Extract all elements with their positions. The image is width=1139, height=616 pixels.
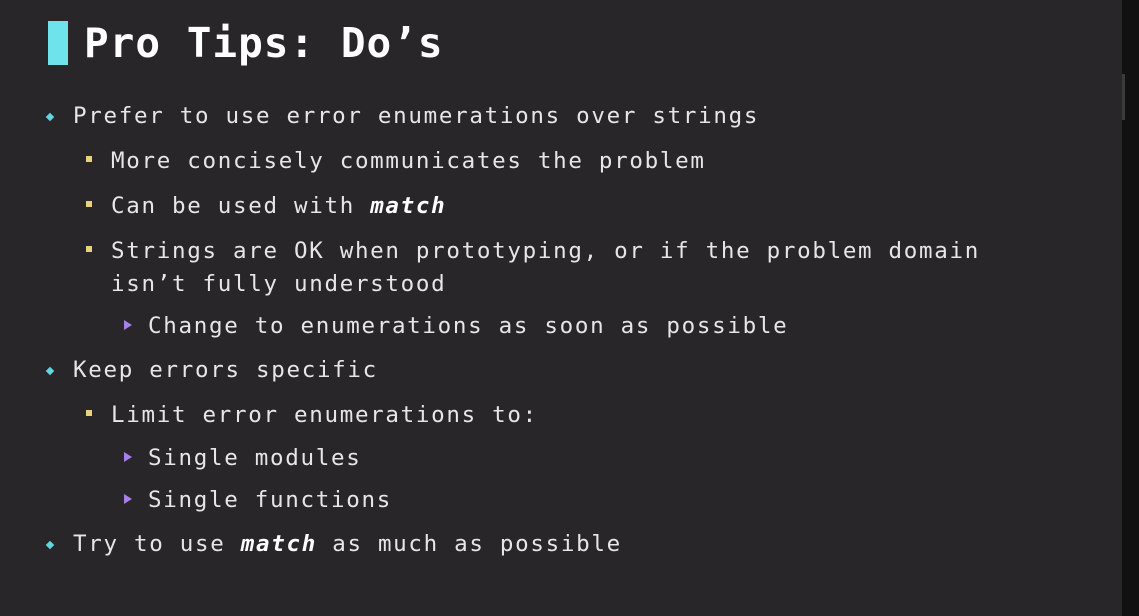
bullet-text-part: Try to use [73, 531, 241, 557]
keyword-match: match [240, 531, 317, 557]
slide-title: Pro Tips: Do’s [84, 19, 444, 67]
sub-bullet-text: Can be used with match [111, 193, 446, 219]
level2-bullet-icon [86, 201, 92, 207]
sub-bullet-text: Limit error enumerations to: [111, 402, 538, 428]
level2-bullet-icon [86, 246, 92, 252]
level2-bullet-icon [86, 156, 92, 162]
sub-bullet-text: More concisely communicates the problem [111, 148, 706, 174]
level3-bullet-icon [124, 494, 132, 504]
window-edge [1122, 0, 1139, 616]
sub-bullet-text-line1: Strings are OK when prototyping, or if t… [111, 238, 981, 264]
slide-title-row: Pro Tips: Do’s [48, 18, 444, 68]
level3-bullet-icon [124, 320, 132, 330]
bullet-text: Keep errors specific [73, 357, 378, 383]
level1-bullet-icon [45, 112, 55, 122]
bullet-text: Try to use match as much as possible [73, 531, 622, 557]
sub-sub-bullet-text: Change to enumerations as soon as possib… [148, 313, 789, 339]
level2-bullet-icon [86, 410, 92, 416]
sub-bullet-text-part: Can be used with [111, 193, 371, 219]
title-accent-bar [48, 21, 68, 65]
bullet-text-part: as much as possible [316, 531, 622, 557]
level1-bullet-icon [45, 540, 55, 550]
sub-sub-bullet-text: Single functions [148, 487, 392, 513]
bullet-text: Prefer to use error enumerations over st… [73, 103, 760, 129]
keyword-match: match [370, 193, 447, 219]
scroll-edge [1122, 74, 1125, 120]
sub-sub-bullet-text: Single modules [148, 445, 362, 471]
level3-bullet-icon [124, 452, 132, 462]
level1-bullet-icon [45, 366, 55, 376]
sub-bullet-text-line2: isn’t fully understood [111, 271, 447, 297]
slide: Pro Tips: Do’s Prefer to use error enume… [0, 0, 1139, 616]
